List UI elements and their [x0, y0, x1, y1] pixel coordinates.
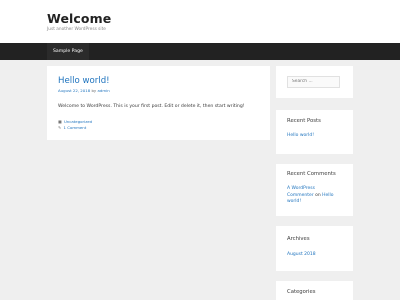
- folder-icon: ■: [58, 119, 62, 124]
- post-meta: August 22, 2018 by admin: [58, 88, 110, 93]
- site-description: Just another WordPress site: [47, 27, 106, 32]
- post-by-label: by: [91, 88, 97, 93]
- comment-post-link[interactable]: Hello: [322, 193, 333, 198]
- archives-widget: Archives August 2018: [276, 226, 353, 271]
- comment-author-link-cont[interactable]: Commenter: [287, 193, 314, 198]
- comment-icon: ✎: [58, 124, 62, 130]
- site-header: Welcome Just another WordPress site: [0, 0, 400, 43]
- categories-widget: Categories: [276, 281, 353, 300]
- recent-post-link[interactable]: Hello world!: [287, 133, 314, 140]
- post-content: Welcome to WordPress. This is your first…: [58, 104, 245, 109]
- post-category[interactable]: Uncategorized: [64, 119, 92, 124]
- recent-comments-widget: Recent Comments A WordPress Commenter on…: [276, 164, 353, 216]
- post-article: Hello world! August 22, 2018 by admin We…: [47, 66, 270, 140]
- site-title[interactable]: Welcome: [47, 11, 111, 26]
- search-input[interactable]: [287, 76, 340, 88]
- archives-title: Archives: [287, 236, 310, 242]
- post-comments-row: ✎ 1 Comment: [58, 125, 86, 130]
- recent-comment-item: A WordPress Commenter on Hello world!: [287, 186, 345, 206]
- recent-posts-widget: Recent Posts Hello world!: [276, 110, 353, 154]
- search-widget: [276, 66, 353, 98]
- comment-on-label: on: [315, 192, 321, 198]
- nav-item-sample-page[interactable]: Sample Page: [47, 43, 89, 60]
- main-navigation: Sample Page: [0, 43, 400, 60]
- comment-post-link-cont[interactable]: world!: [287, 199, 301, 204]
- post-comments-link[interactable]: 1 Comment: [64, 125, 87, 130]
- recent-comments-title: Recent Comments: [287, 171, 336, 177]
- comment-author-link[interactable]: A WordPress: [287, 186, 315, 191]
- archive-link[interactable]: August 2018: [287, 252, 316, 259]
- post-author[interactable]: admin: [97, 88, 109, 93]
- post-title[interactable]: Hello world!: [58, 76, 110, 86]
- categories-title: Categories: [287, 289, 316, 295]
- post-category-row: ■ Uncategorized: [58, 119, 92, 124]
- post-date[interactable]: August 22, 2018: [58, 88, 90, 93]
- recent-posts-title: Recent Posts: [287, 118, 321, 124]
